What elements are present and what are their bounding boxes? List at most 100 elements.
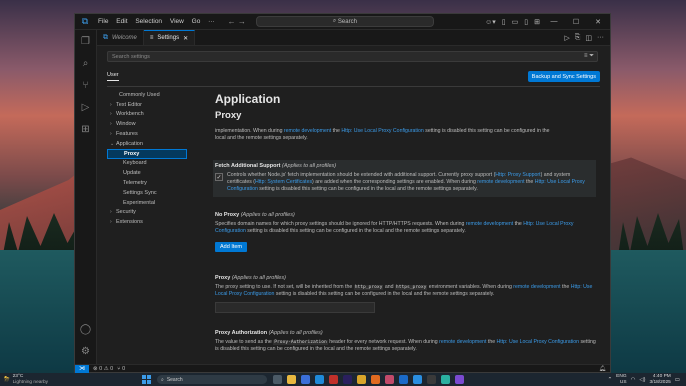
toc-item-label: Experimental: [123, 199, 156, 206]
menu-file[interactable]: File: [98, 18, 108, 25]
run-debug-icon[interactable]: ▷: [75, 96, 96, 118]
remote-development-link[interactable]: remote development: [439, 339, 486, 345]
volume-icon[interactable]: ◁): [639, 377, 645, 383]
premiere-icon[interactable]: [343, 375, 352, 384]
notification-icon[interactable]: ▭: [675, 377, 680, 383]
source-control-icon[interactable]: ⑂: [75, 74, 96, 96]
use-local-proxy-link[interactable]: Http: Use Local Proxy Configuration: [497, 339, 579, 345]
menu-view[interactable]: View: [170, 18, 184, 25]
back-arrow-icon[interactable]: ←: [228, 17, 236, 26]
remote-development-link[interactable]: remote development: [513, 284, 560, 290]
tab-close-icon[interactable]: ✕: [183, 35, 188, 42]
customize-layout-icon[interactable]: ⊞: [534, 18, 540, 26]
toc-item-extensions[interactable]: › Extensions: [107, 217, 187, 227]
toc-item-settings-sync[interactable]: Settings Sync: [107, 188, 187, 198]
toc-item-experimental[interactable]: Experimental: [107, 198, 187, 208]
more-actions-icon[interactable]: ···: [597, 34, 604, 41]
store-icon[interactable]: [301, 375, 310, 384]
backup-sync-button[interactable]: Backup and Sync Settings: [527, 71, 600, 82]
settings-divider: [107, 86, 600, 87]
activity-bar: ❐ ⌕ ⑂ ▷ ⊞ ◯ ⚙: [75, 30, 97, 364]
settings-search-input[interactable]: Search settings ≡ ⏷: [107, 51, 598, 62]
weather-widget[interactable]: ⛈ 23°C Lightning nearby: [0, 374, 120, 385]
toc-item-security[interactable]: › Security: [107, 208, 187, 218]
remote-indicator-icon[interactable]: ⋊: [75, 364, 89, 373]
remote-development-link[interactable]: remote development: [466, 221, 513, 227]
tray-chevron-icon[interactable]: ⌃: [608, 377, 613, 383]
menu-go[interactable]: Go: [192, 18, 201, 25]
toc-item-commonly-used[interactable]: Commonly Used: [107, 90, 187, 100]
proxy-url-input[interactable]: [215, 302, 375, 313]
toc-item-application[interactable]: ⌄ Application: [107, 139, 187, 149]
toggle-secondary-sidebar-icon[interactable]: ▯: [524, 18, 528, 26]
settings-list: Application Proxy implementation. When d…: [213, 90, 596, 364]
language-indicator[interactable]: ENG US: [616, 374, 626, 385]
taskbar-search[interactable]: ⌕ Search: [157, 375, 267, 384]
file-explorer-icon[interactable]: [287, 375, 296, 384]
menu-more[interactable]: ···: [208, 18, 215, 25]
edge-icon[interactable]: [441, 375, 450, 384]
misc-app-icon[interactable]: [455, 375, 464, 384]
toc-item-features[interactable]: › Features: [107, 129, 187, 139]
remote-development-link[interactable]: remote development: [284, 128, 331, 134]
firefox-icon[interactable]: [371, 375, 380, 384]
red-app-icon[interactable]: [329, 375, 338, 384]
toc-item-label: Features: [116, 131, 138, 138]
setting-title: Fetch Additional Support (Applies to all…: [215, 163, 337, 169]
mail-icon[interactable]: [315, 375, 324, 384]
tab-settings[interactable]: ≡ Settings ✕: [143, 30, 196, 45]
toggle-panel-icon[interactable]: ▭: [512, 18, 519, 26]
menu-bar: File Edit Selection View Go ···: [95, 18, 218, 25]
terminal-icon[interactable]: [427, 375, 436, 384]
photos-icon[interactable]: [385, 375, 394, 384]
filter-icon[interactable]: ⏷: [589, 53, 594, 59]
toc-item-keyboard[interactable]: Keyboard: [107, 159, 187, 169]
toc-item-proxy[interactable]: Proxy: [107, 148, 187, 159]
ports-status[interactable]: ⑂ 0: [117, 366, 125, 372]
wifi-icon[interactable]: ◠: [631, 377, 636, 383]
forward-arrow-icon[interactable]: →: [238, 17, 246, 26]
task-view-icon[interactable]: [273, 375, 282, 384]
account-icon[interactable]: ◯: [75, 318, 96, 340]
minimize-button[interactable]: —: [546, 18, 562, 25]
fetch-additional-support-checkbox[interactable]: ✓: [215, 173, 223, 181]
menu-edit[interactable]: Edit: [116, 18, 127, 25]
tab-user-scope[interactable]: User: [107, 72, 119, 81]
use-local-proxy-link[interactable]: Http: Use Local Proxy Configuration: [341, 128, 423, 134]
tab-welcome[interactable]: ⧉ Welcome: [97, 30, 144, 45]
system-certificates-link[interactable]: Http: System Certificates: [255, 179, 312, 185]
clock[interactable]: 4:40 PM 3/18/2025: [649, 374, 670, 385]
vscode-taskbar-icon[interactable]: [413, 375, 422, 384]
problems-status[interactable]: ⊗ 0 ⚠ 0: [93, 366, 113, 372]
chrome-icon[interactable]: [357, 375, 366, 384]
extensions-icon[interactable]: ⊞: [75, 118, 96, 140]
copilot-icon[interactable]: ☺▾: [485, 18, 496, 26]
menu-selection[interactable]: Selection: [135, 18, 162, 25]
command-center-search[interactable]: ⌕ Search: [255, 16, 434, 27]
run-icon[interactable]: ▷: [564, 34, 569, 42]
proxy-support-link[interactable]: Http: Proxy Support: [495, 172, 540, 178]
remote-development-link[interactable]: remote development: [477, 179, 524, 185]
toc-item-telemetry[interactable]: Telemetry: [107, 178, 187, 188]
toc-item-text-editor[interactable]: › Text Editor: [107, 100, 187, 110]
open-json-icon[interactable]: ⎘: [575, 34, 581, 42]
explorer-icon[interactable]: ❐: [75, 30, 96, 52]
split-editor-icon[interactable]: ◫: [585, 34, 592, 42]
maximize-button[interactable]: ☐: [568, 18, 584, 26]
manage-gear-icon[interactable]: ⚙: [75, 340, 96, 362]
toc-item-update[interactable]: Update: [107, 168, 187, 178]
toc-item-window[interactable]: › Window: [107, 119, 187, 129]
toc-item-workbench[interactable]: › Workbench: [107, 110, 187, 120]
outlook-icon[interactable]: [399, 375, 408, 384]
toc-item-label: Settings Sync: [123, 189, 157, 196]
toc-item-label: Workbench: [116, 111, 144, 118]
add-item-button[interactable]: Add Item: [215, 242, 248, 252]
close-button[interactable]: ✕: [590, 18, 606, 26]
toggle-sidebar-icon[interactable]: ▯: [502, 18, 506, 26]
notifications-bell-icon[interactable]: 🔔︎: [599, 366, 610, 372]
clear-filter-icon[interactable]: ≡: [584, 53, 588, 59]
toc-item-label: Telemetry: [123, 180, 147, 187]
windows-start-icon[interactable]: [142, 375, 151, 384]
search-view-icon[interactable]: ⌕: [75, 52, 96, 74]
settings-scrollbar[interactable]: [604, 86, 610, 364]
